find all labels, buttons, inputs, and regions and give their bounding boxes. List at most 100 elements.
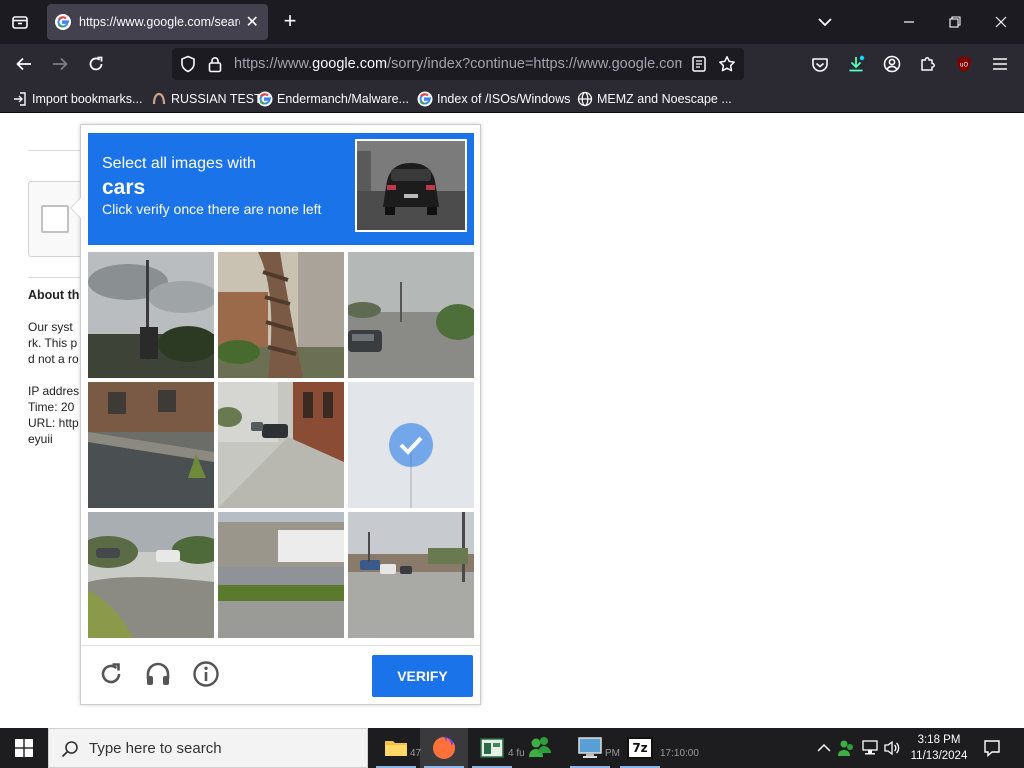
bookmark-import[interactable]: Import bookmarks... bbox=[12, 89, 142, 109]
tile-image-warehouse bbox=[218, 512, 344, 638]
ghost-text: PM bbox=[605, 748, 620, 759]
arrow-left-icon bbox=[16, 57, 31, 71]
divider bbox=[28, 150, 88, 151]
captcha-tile[interactable] bbox=[218, 512, 344, 638]
firefox-view-button[interactable] bbox=[6, 9, 34, 35]
forward-button[interactable] bbox=[46, 50, 74, 78]
site-info-button[interactable] bbox=[206, 55, 224, 73]
captcha-tile[interactable] bbox=[348, 512, 474, 638]
popup-pointer bbox=[70, 197, 81, 219]
taskbar: Type here to search 7z 47 4 fu PM 17:10:… bbox=[0, 728, 1024, 768]
minimize-icon bbox=[904, 21, 914, 23]
computer-icon bbox=[578, 737, 602, 758]
active-tab[interactable]: https://www.google.com/search? ✕ bbox=[47, 4, 268, 40]
downloads-button[interactable] bbox=[842, 50, 870, 78]
challenge-hint: Click verify once there are none left bbox=[102, 201, 322, 217]
address-bar[interactable]: https://www.google.com/sorry/index?conti… bbox=[172, 48, 744, 80]
tile-image-cloudy-street bbox=[88, 252, 214, 378]
app-menu-button[interactable] bbox=[986, 50, 1014, 78]
extensions-button[interactable] bbox=[914, 50, 942, 78]
green-people-icon bbox=[529, 737, 551, 757]
taskbar-firefox[interactable] bbox=[420, 728, 468, 768]
shield-icon bbox=[181, 55, 195, 73]
restore-icon bbox=[949, 16, 961, 28]
captcha-tile[interactable] bbox=[218, 252, 344, 378]
minimize-button[interactable] bbox=[886, 0, 932, 44]
download-icon bbox=[849, 55, 865, 72]
bookmark-label: Index of /ISOs/Windows bbox=[437, 92, 571, 106]
sample-car-image bbox=[355, 139, 467, 232]
url-text[interactable]: https://www.google.com/sorry/index?conti… bbox=[234, 56, 682, 72]
screen: https://www.google.com/search? ✕ + bbox=[0, 0, 1024, 768]
audio-challenge-button[interactable] bbox=[142, 658, 174, 690]
bookmark-isos-windows[interactable]: Index of /ISOs/Windows bbox=[417, 89, 570, 109]
new-challenge-button[interactable] bbox=[95, 658, 127, 690]
captcha-tile[interactable] bbox=[348, 252, 474, 378]
headphones-icon bbox=[146, 662, 170, 685]
captcha-tile[interactable] bbox=[88, 512, 214, 638]
green-people-icon bbox=[838, 740, 853, 756]
ublock-button[interactable]: uO bbox=[950, 50, 978, 78]
network-icon bbox=[862, 740, 878, 755]
list-all-tabs-button[interactable] bbox=[814, 12, 836, 32]
bookmark-label: MEMZ and Noescape ... bbox=[597, 92, 732, 106]
account-button[interactable] bbox=[878, 50, 906, 78]
captcha-tile[interactable] bbox=[218, 382, 344, 508]
captcha-tile[interactable] bbox=[88, 382, 214, 508]
bookmark-star-button[interactable] bbox=[718, 55, 736, 73]
tray-people-icon-button[interactable] bbox=[836, 738, 856, 758]
clock-date: 11/13/2024 bbox=[910, 750, 968, 762]
divider bbox=[28, 277, 88, 278]
notifications-button[interactable] bbox=[980, 736, 1004, 760]
reload-button[interactable] bbox=[82, 50, 110, 78]
selected-check-icon bbox=[389, 423, 433, 467]
start-button[interactable] bbox=[0, 728, 48, 768]
reader-view-button[interactable] bbox=[690, 55, 708, 73]
captcha-tile[interactable] bbox=[88, 252, 214, 378]
site-icon bbox=[151, 91, 167, 107]
tab-close-button[interactable]: ✕ bbox=[244, 12, 260, 32]
reload-icon bbox=[101, 663, 121, 684]
import-icon bbox=[12, 91, 28, 107]
url-path: /sorry/index?continue=https://www.google… bbox=[387, 56, 682, 72]
verify-button[interactable]: VERIFY bbox=[372, 655, 473, 697]
bookmark-endermanch[interactable]: Endermanch/Malware... bbox=[257, 89, 409, 109]
image-grid bbox=[88, 252, 474, 638]
ublock-badge-text: uO bbox=[960, 62, 969, 69]
chevron-up-icon bbox=[817, 743, 831, 752]
notification-icon bbox=[984, 740, 1000, 757]
tile-image-brick-building bbox=[88, 382, 214, 508]
clock-time: 3:18 PM bbox=[917, 734, 961, 746]
new-tab-button[interactable]: + bbox=[277, 9, 303, 35]
taskbar-search-box[interactable]: Type here to search bbox=[48, 728, 368, 768]
file-explorer-icon bbox=[385, 741, 407, 756]
system-clock[interactable]: 3:18 PM 11/13/2024 bbox=[902, 732, 976, 764]
7zip-icon: 7z bbox=[627, 737, 653, 759]
pocket-button[interactable] bbox=[806, 50, 834, 78]
tracking-protection-button[interactable] bbox=[179, 55, 197, 73]
lock-icon bbox=[208, 56, 222, 72]
firefox-icon bbox=[433, 737, 455, 759]
globe-icon bbox=[577, 91, 593, 107]
ghost-text: 4 fu bbox=[508, 748, 525, 759]
recaptcha-widget bbox=[28, 181, 88, 257]
recaptcha-checkbox[interactable] bbox=[41, 205, 69, 233]
captcha-tile-selected[interactable] bbox=[348, 382, 474, 508]
star-icon bbox=[719, 56, 735, 72]
info-text-line: Our syst bbox=[28, 320, 73, 334]
pocket-icon bbox=[812, 57, 828, 72]
close-window-button[interactable] bbox=[978, 0, 1024, 44]
network-button[interactable] bbox=[860, 738, 880, 758]
bookmark-label: Import bookmarks... bbox=[32, 92, 143, 106]
restore-button[interactable] bbox=[932, 0, 978, 44]
reload-icon bbox=[89, 56, 103, 71]
bookmark-russian-test[interactable]: RUSSIAN TEST bbox=[151, 89, 262, 109]
bookmark-memz[interactable]: MEMZ and Noescape ... bbox=[577, 89, 732, 109]
back-button[interactable] bbox=[10, 50, 38, 78]
taskbar-7zip[interactable]: 7z bbox=[616, 728, 664, 768]
help-button[interactable] bbox=[190, 658, 222, 690]
reader-view-icon bbox=[692, 56, 706, 72]
show-hidden-icons-button[interactable] bbox=[814, 738, 834, 758]
volume-button[interactable] bbox=[882, 738, 902, 758]
search-icon bbox=[61, 741, 78, 758]
